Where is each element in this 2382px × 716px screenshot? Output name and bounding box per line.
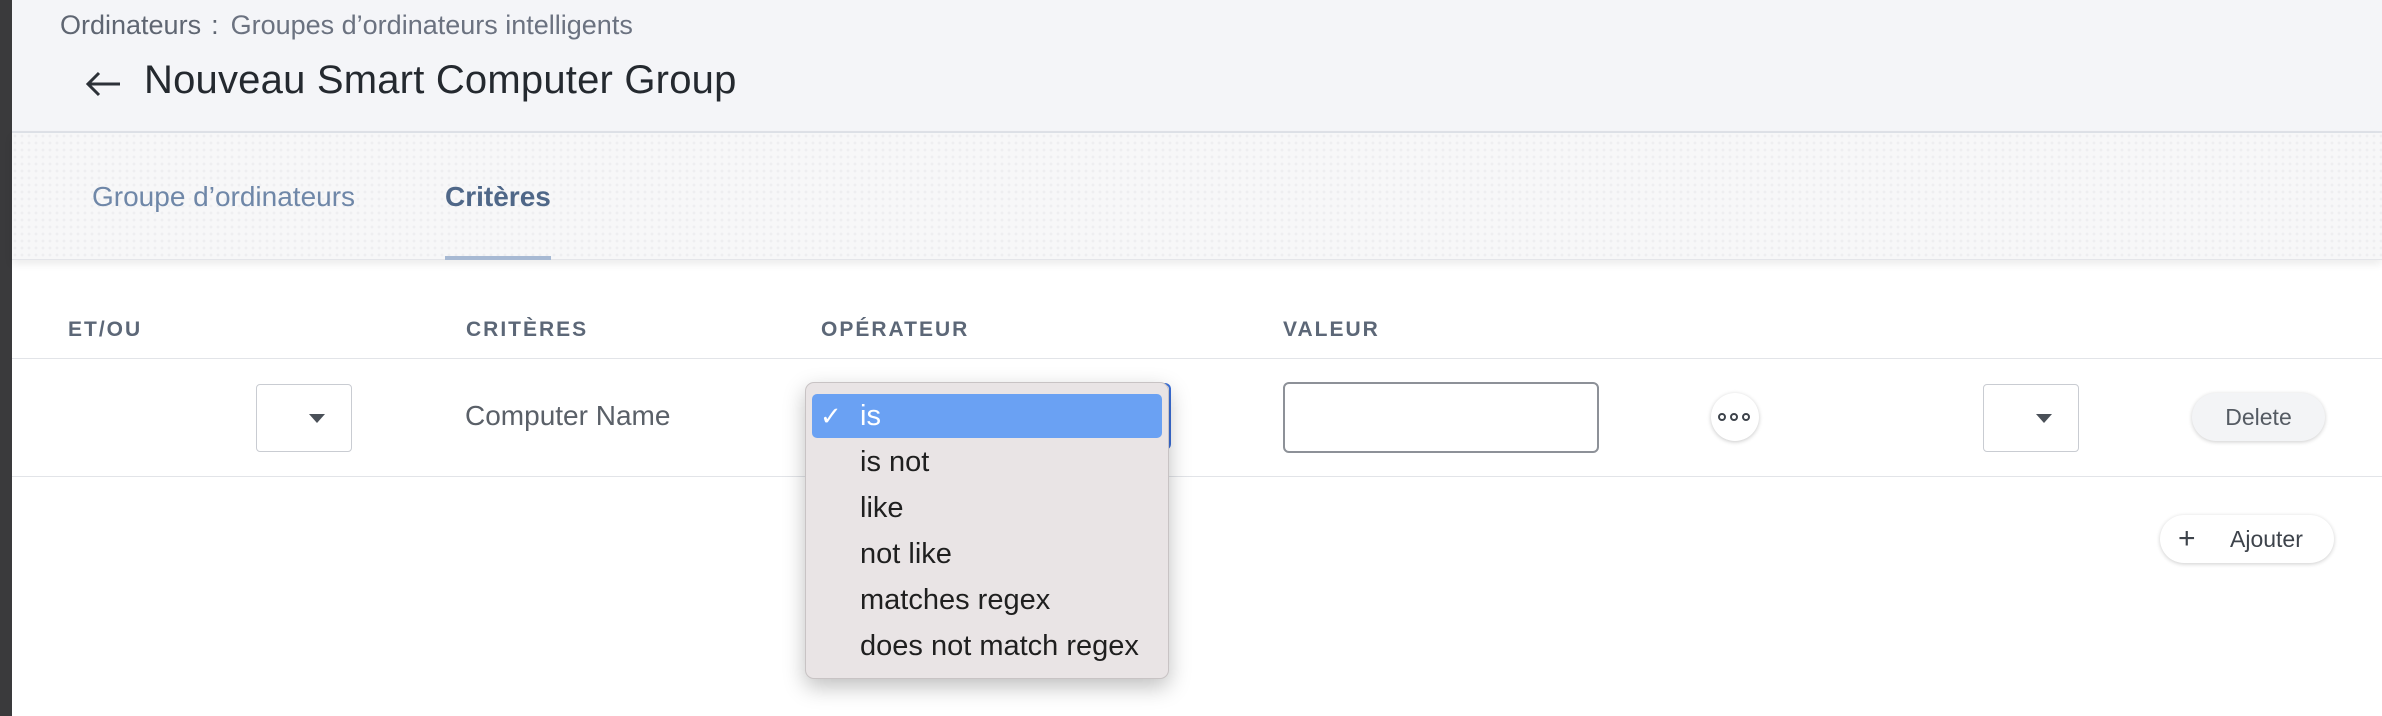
plus-icon: + (2178, 522, 2196, 555)
chevron-down-icon (2036, 414, 2052, 423)
add-button[interactable]: + Ajouter (2160, 515, 2334, 563)
operator-option-does-not-match-regex[interactable]: does not match regex (812, 624, 1162, 668)
arrow-left-icon[interactable] (74, 54, 134, 114)
chevron-down-icon (309, 414, 325, 423)
operator-option-not-like[interactable]: not like (812, 532, 1162, 576)
page-header: Ordinateurs: Groupes d’ordinateurs intell… (12, 0, 2382, 133)
more-options-button[interactable] (1711, 393, 1759, 441)
operator-dropdown-menu: ✓ is is not like not like matches regex … (805, 382, 1169, 679)
option-label: is (860, 400, 881, 432)
add-button-label: Ajouter (2230, 526, 2303, 552)
option-label: like (860, 492, 904, 524)
option-label: is not (860, 446, 930, 478)
breadcrumb-root[interactable]: Ordinateurs (60, 10, 201, 40)
and-or-select[interactable] (256, 384, 352, 452)
column-header-criteria: CRITÈRES (466, 318, 589, 341)
ellipsis-icon-dot (1742, 413, 1750, 421)
column-header-value: VALEUR (1283, 318, 1380, 341)
breadcrumb-current: Groupes d’ordinateurs intelligents (230, 10, 633, 40)
page-title: Nouveau Smart Computer Group (144, 58, 737, 102)
breadcrumb: Ordinateurs: Groupes d’ordinateurs intell… (60, 10, 633, 41)
option-label: matches regex (860, 584, 1051, 616)
header-divider (12, 358, 2382, 359)
tab-criteria[interactable]: Critères (445, 133, 551, 260)
ellipsis-icon (1718, 413, 1726, 421)
checkmark-icon: ✓ (820, 401, 842, 431)
breadcrumb-separator: : (211, 10, 219, 40)
row-divider (12, 476, 2382, 477)
window-edge (0, 0, 12, 716)
column-header-and-or: ET/OU (68, 318, 143, 341)
ellipsis-icon-dot (1730, 413, 1738, 421)
criteria-value: Computer Name (465, 400, 671, 431)
delete-button[interactable]: Delete (2192, 393, 2325, 441)
tab-computer-group[interactable]: Groupe d’ordinateurs (92, 133, 355, 260)
operator-option-is[interactable]: ✓ is (812, 394, 1162, 438)
option-label: does not match regex (860, 630, 1139, 662)
option-label: not like (860, 538, 952, 570)
operator-option-is-not[interactable]: is not (812, 440, 1162, 484)
tab-bar: Groupe d’ordinateurs Critères (12, 133, 2382, 260)
closing-paren-select[interactable] (1983, 384, 2079, 452)
column-header-operator: OPÉRATEUR (821, 318, 970, 341)
operator-option-like[interactable]: like (812, 486, 1162, 530)
value-input[interactable] (1283, 382, 1599, 453)
operator-option-matches-regex[interactable]: matches regex (812, 578, 1162, 622)
